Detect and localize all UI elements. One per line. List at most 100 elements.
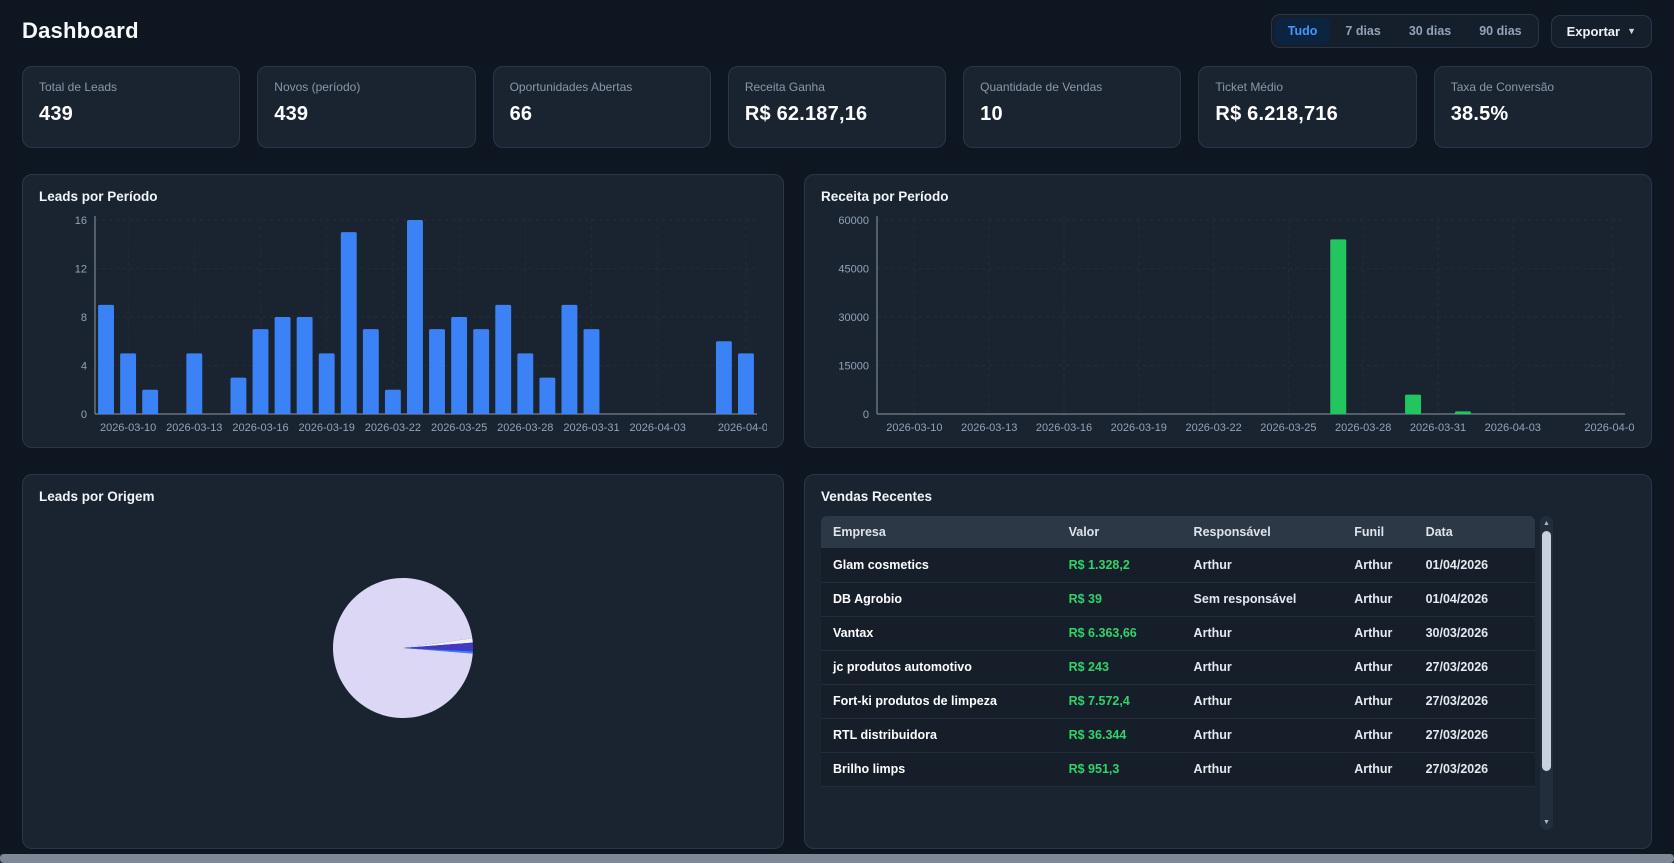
svg-text:8: 8	[81, 312, 87, 324]
kpi-value: 10	[980, 103, 1003, 125]
cell-valor: R$ 1.328,2	[1056, 548, 1182, 583]
panel-title-revenue-period: Receita por Período	[821, 189, 949, 204]
column-header-empresa: Empresa	[821, 516, 1057, 548]
cell-empresa: RTL distribuidora	[821, 718, 1057, 753]
kpi-label: Novos (período)	[274, 80, 361, 94]
cell-empresa: Fort-ki produtos de limpeza	[821, 684, 1057, 719]
cell-responsavel: Arthur	[1181, 616, 1343, 651]
svg-text:2026-03-19: 2026-03-19	[299, 422, 355, 434]
leads-origin-pie-chart	[333, 577, 473, 723]
cell-responsavel: Arthur	[1181, 684, 1343, 719]
column-header-funil: Funil	[1342, 516, 1414, 548]
column-header-responsavel: Responsável	[1181, 516, 1343, 548]
topbar: Dashboard Tudo 7 dias 30 dias 90 dias Expor…	[0, 0, 1674, 60]
svg-text:2026-03-22: 2026-03-22	[1185, 422, 1241, 434]
kpi-card: Receita Ganha R$ 62.187,16	[727, 66, 947, 148]
topbar-controls: Tudo 7 dias 30 dias 90 dias Exportar ▼	[1270, 14, 1652, 48]
kpi-label: Receita Ganha	[744, 80, 825, 94]
kpi-label: Ticket Médio	[1215, 80, 1283, 94]
cell-responsavel: Arthur	[1181, 752, 1343, 787]
kpi-card: Taxa de Conversão 38.5%	[1433, 66, 1652, 148]
svg-text:0: 0	[81, 409, 87, 421]
cell-valor: R$ 6.363,66	[1056, 616, 1182, 651]
kpi-card: Ticket Médio R$ 6.218,716	[1198, 66, 1417, 148]
table-row[interactable]: Glam cosmetics R$ 1.328,2 Arthur Arthur 01/0…	[821, 548, 1535, 583]
scroll-down-icon[interactable]: ▼	[1543, 817, 1550, 828]
kpi-label: Quantidade de Vendas	[980, 80, 1103, 94]
svg-text:2026-03-19: 2026-03-19	[1111, 422, 1167, 434]
cell-empresa: Vantax	[821, 616, 1057, 651]
svg-text:45000: 45000	[838, 264, 869, 276]
page-horizontal-scrollbar[interactable]	[0, 854, 1674, 863]
cell-empresa: jc produtos automotivo	[821, 650, 1057, 685]
cell-funil: Arthur	[1342, 684, 1414, 719]
svg-text:2026-03-25: 2026-03-25	[431, 422, 487, 434]
cell-empresa: Glam cosmetics	[821, 548, 1057, 583]
cell-valor: R$ 243	[1056, 650, 1182, 685]
cell-funil: Arthur	[1342, 582, 1414, 617]
svg-text:2026-03-28: 2026-03-28	[497, 422, 553, 434]
chevron-down-icon: ▼	[1627, 26, 1636, 36]
revenue-bar-chart: 0 15000 30000 45000 60000 2026-03-10 2026-03-1…	[821, 210, 1640, 438]
cell-funil: Arthur	[1342, 616, 1414, 651]
cell-empresa: DB Agrobio	[821, 582, 1057, 617]
table-row[interactable]: Fort-ki produtos de limpeza R$ 7.572,4 Art…	[821, 684, 1535, 719]
cell-funil: Arthur	[1342, 752, 1414, 787]
kpi-card: Total de Leads 439	[22, 66, 241, 148]
range-tab-tudo[interactable]: Tudo	[1274, 18, 1331, 44]
svg-text:2026-03-10: 2026-03-10	[886, 422, 942, 434]
recent-sales-table-wrap: Empresa Valor Responsável Funil Data Glam co…	[821, 516, 1553, 830]
svg-text:2026-03-31: 2026-03-31	[1410, 422, 1466, 434]
svg-text:4: 4	[81, 361, 87, 373]
kpi-label: Oportunidades Abertas	[509, 80, 633, 94]
dashboard-page: Dashboard Tudo 7 dias 30 dias 90 dias Expor…	[0, 0, 1674, 863]
svg-text:15000: 15000	[838, 361, 869, 373]
svg-text:2026-03-28: 2026-03-28	[1335, 422, 1391, 434]
cell-data: 27/03/2026	[1413, 718, 1535, 753]
column-header-data: Data	[1413, 516, 1535, 548]
scroll-up-icon[interactable]: ▲	[1543, 518, 1550, 529]
svg-text:2026-03-10: 2026-03-10	[100, 422, 156, 434]
table-vertical-scrollbar[interactable]: ▲ ▼	[1540, 516, 1553, 830]
svg-text:2026-03-16: 2026-03-16	[232, 422, 288, 434]
scrollbar-thumb[interactable]	[1542, 531, 1551, 771]
svg-text:2026-03-25: 2026-03-25	[1260, 422, 1316, 434]
leads-period-panel: Leads por Período 0 4 8 12 16 2026-03-10 2026-…	[22, 174, 784, 448]
cell-data: 27/03/2026	[1413, 752, 1535, 787]
cell-funil: Arthur	[1342, 548, 1414, 583]
cell-data: 30/03/2026	[1413, 616, 1535, 651]
sales-table-body: Glam cosmetics R$ 1.328,2 Arthur Arthur 01/0…	[821, 548, 1535, 787]
kpi-value: R$ 62.187,16	[744, 103, 868, 125]
kpi-label: Total de Leads	[39, 80, 118, 94]
cell-data: 01/04/2026	[1413, 582, 1535, 617]
export-button[interactable]: Exportar ▼	[1550, 14, 1652, 48]
range-tab-90-dias[interactable]: 90 dias	[1466, 18, 1534, 44]
revenue-period-panel: Receita por Período 0 15000 30000 45000 6000…	[804, 174, 1652, 448]
cell-funil: Arthur	[1342, 718, 1414, 753]
horizontal-scrollbar-thumb[interactable]	[0, 854, 1674, 863]
table-row[interactable]: DB Agrobio R$ 39 Sem responsável Arthur 01/0…	[821, 582, 1535, 617]
svg-text:2026-04-03: 2026-04-03	[1485, 422, 1541, 434]
range-tab-30-dias[interactable]: 30 dias	[1396, 18, 1464, 44]
cell-funil: Arthur	[1342, 650, 1414, 685]
table-row[interactable]: jc produtos automotivo R$ 243 Arthur Arthur…	[821, 650, 1535, 685]
table-row[interactable]: RTL distribuidora R$ 36.344 Arthur Arthur 27…	[821, 718, 1535, 753]
cell-valor: R$ 36.344	[1056, 718, 1182, 753]
pie-chart-area	[39, 508, 767, 793]
kpi-value: 439	[274, 103, 309, 125]
range-tab-7-dias[interactable]: 7 dias	[1332, 18, 1393, 44]
sales-table-header: Empresa Valor Responsável Funil Data	[821, 516, 1535, 548]
cell-valor: R$ 951,3	[1056, 752, 1182, 787]
cell-data: 27/03/2026	[1413, 684, 1535, 719]
table-row[interactable]: Vantax R$ 6.363,66 Arthur Arthur 30/03/2026	[821, 616, 1535, 651]
svg-text:2026-03-13: 2026-03-13	[166, 422, 222, 434]
panel-title-recent-sales: Vendas Recentes	[821, 489, 933, 504]
charts-row: Leads por Período 0 4 8 12 16 2026-03-10 2026-…	[0, 174, 1674, 448]
leads-origin-panel: Leads por Origem	[22, 474, 784, 849]
cell-responsavel: Arthur	[1181, 650, 1343, 685]
kpi-label: Taxa de Conversão	[1450, 80, 1555, 94]
cell-empresa: Brilho limps	[821, 752, 1057, 787]
page-title: Dashboard	[22, 18, 139, 43]
svg-text:30000: 30000	[838, 312, 869, 324]
table-row[interactable]: Brilho limps R$ 951,3 Arthur Arthur 27/03/20…	[821, 752, 1535, 787]
